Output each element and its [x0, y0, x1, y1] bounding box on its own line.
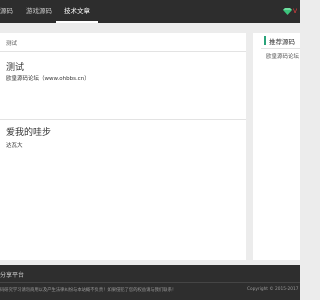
footer-notice: 码研究学习请勿商用以及产生法律纠纷与本站概不负责！如果侵犯了您的权益请与我们联系…	[0, 288, 177, 293]
breadcrumb[interactable]: 测试	[6, 39, 17, 47]
sidebar-title: 推荐源码	[269, 38, 295, 46]
copyright: Copyright © 2015-2017	[247, 287, 299, 292]
nav-active-indicator	[56, 21, 98, 23]
vip-label: V	[293, 8, 298, 15]
top-nav: 源码 游戏源码 技术文章 V	[0, 0, 300, 23]
diamond-icon	[283, 8, 292, 15]
article-title[interactable]: 测试	[6, 60, 24, 73]
sidebar-accent-bar	[264, 36, 266, 45]
article-excerpt: 达瓦大	[6, 143, 23, 149]
divider	[0, 282, 300, 283]
footer-title: 分享平台	[0, 272, 25, 279]
nav-item-game-source[interactable]: 游戏源码	[26, 0, 52, 23]
divider	[0, 51, 246, 52]
nav-item-tech-articles[interactable]: 技术文章	[64, 0, 90, 23]
article-title[interactable]: 爱我的哇步	[6, 125, 51, 138]
recommended-sidebar: 推荐源码 欧皇源码论坛	[253, 33, 300, 260]
article-excerpt: 欧皇源码论坛（www.ohbbs.cn）	[6, 76, 90, 82]
divider	[0, 119, 246, 120]
sidebar-link[interactable]: 欧皇源码论坛	[266, 52, 299, 60]
article-list-panel: 测试 测试 欧皇源码论坛（www.ohbbs.cn） 爱我的哇步 达瓦大	[0, 33, 246, 260]
footer: 分享平台 码研究学习请勿商用以及产生法律纠纷与本站概不负责！如果侵犯了您的权益请…	[0, 265, 300, 300]
divider	[261, 48, 300, 49]
nav-item-source[interactable]: 源码	[0, 0, 13, 23]
